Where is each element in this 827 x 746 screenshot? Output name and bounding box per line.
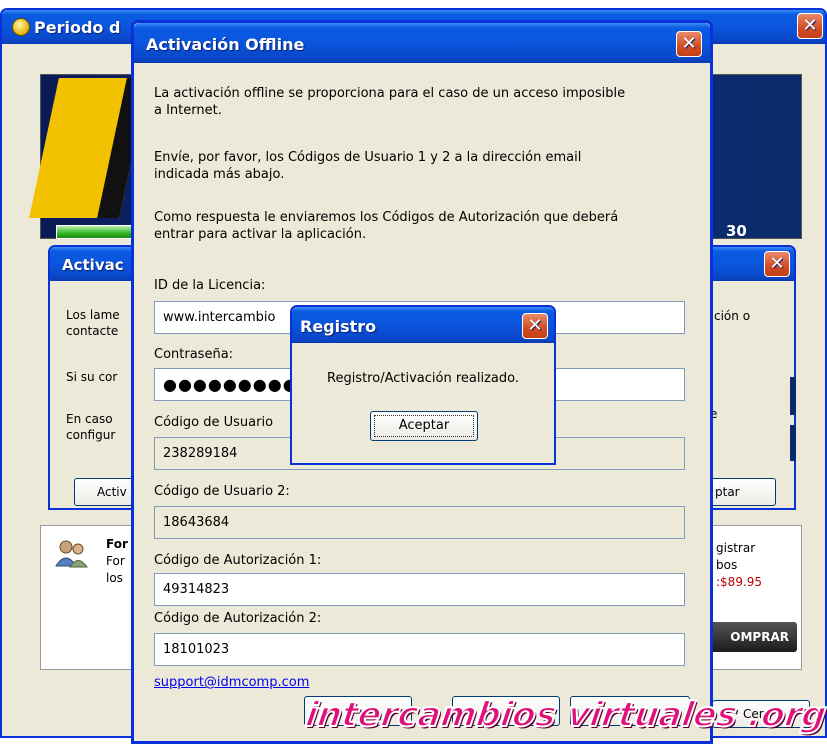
activation-text-line: En caso (66, 412, 113, 426)
close-icon[interactable]: ✕ (797, 13, 823, 39)
offline-titlebar[interactable]: Activación Offline ✕ (134, 23, 710, 63)
trial-progress-bar (56, 225, 136, 239)
activation-text-line: Si su cor (66, 370, 118, 384)
user-code-2-label: Código de Usuario 2: (154, 484, 290, 499)
activation-text-line: configur (66, 428, 116, 442)
response-paragraph: Como respuesta le enviaremos los Códigos… (154, 209, 618, 243)
activation-text-line: contacte (66, 324, 119, 338)
instructions-line: Envíe, por favor, los Códigos de Usuario… (154, 150, 582, 165)
instructions-paragraph: Envíe, por favor, los Códigos de Usuario… (154, 149, 581, 183)
footer-line: bos (716, 558, 738, 572)
register-link[interactable]: gistrar (716, 540, 762, 557)
support-email-link[interactable]: support@idmcomp.com (154, 675, 309, 690)
buy-button[interactable]: OMPRAR (712, 622, 797, 652)
password-label: Contraseña: (154, 347, 234, 362)
close-icon[interactable]: ✕ (764, 251, 790, 277)
intro-line: a Internet. (154, 103, 222, 118)
registration-message: Registro/Activación realizado. (327, 371, 519, 386)
response-line: entrar para activar la aplicación. (154, 227, 367, 242)
auth-code-2-field[interactable]: 18101023 (154, 633, 685, 666)
accept-button[interactable]: ptar (710, 478, 776, 506)
footer-right-text: gistrar bos :$89.95 (716, 540, 762, 591)
activation-text-right: ción o (714, 309, 751, 323)
intro-paragraph: La activación offline se proporciona par… (154, 85, 625, 119)
registration-titlebar[interactable]: Registro ✕ (292, 307, 554, 343)
intro-line: La activación offline se proporciona par… (154, 86, 626, 101)
watermark: intercambios virtuales .org (302, 694, 827, 736)
response-line: Como respuesta le enviaremos los Códigos… (154, 210, 619, 225)
auth-code-1-field[interactable]: 49314823 (154, 573, 685, 606)
close-icon[interactable]: ✕ (522, 313, 548, 339)
trial-days-text: 30 (726, 222, 747, 240)
app-icon (12, 18, 30, 36)
footer-left-text: For For los (106, 536, 128, 587)
footer-line: los (106, 571, 123, 585)
user-code-1-label: Código de Usuario (154, 415, 274, 430)
background-window-title: Periodo d (34, 18, 121, 37)
license-id-label: ID de la Licencia: (154, 278, 266, 293)
footer-line: For (106, 554, 125, 568)
auth-code-1-label: Código de Autorización 1: (154, 553, 322, 568)
activation-text-line: Los lame (66, 308, 120, 322)
users-icon (54, 538, 88, 568)
footer-heading: For (106, 537, 128, 551)
price-text: :$89.95 (716, 575, 763, 589)
user-code-2-field[interactable]: 18643684 (154, 506, 685, 539)
accept-button[interactable]: Aceptar (370, 411, 478, 441)
offline-dialog-title: Activación Offline (146, 35, 305, 54)
scroll-edge (790, 425, 796, 461)
registration-dialog-title: Registro (300, 317, 377, 336)
auth-code-2-label: Código de Autorización 2: (154, 611, 322, 626)
scroll-edge (790, 377, 796, 415)
instructions-line: indicada más abajo. (154, 167, 285, 182)
activation-window-title: Activac (62, 256, 124, 274)
registration-dialog: Registro ✕ Registro/Activación realizado… (290, 305, 556, 465)
close-icon[interactable]: ✕ (676, 31, 702, 57)
